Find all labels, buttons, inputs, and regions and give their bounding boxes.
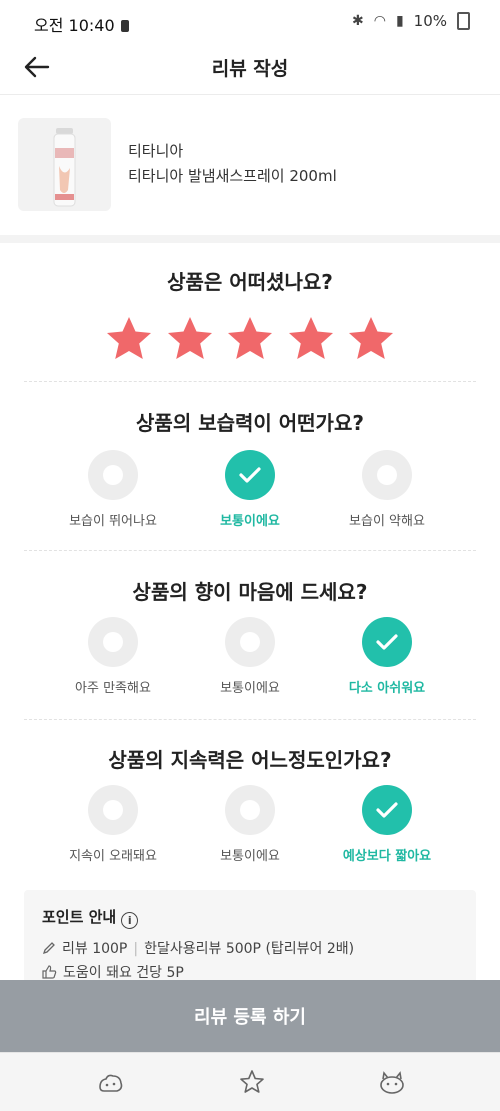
check-icon: [362, 617, 412, 667]
product-name: 티타니아 발냄새스프레이 200ml: [128, 167, 337, 185]
divider: [24, 381, 476, 382]
check-icon: [225, 450, 275, 500]
option-durability-long[interactable]: 지속이 오래돼요: [48, 785, 178, 864]
star-outline-icon[interactable]: [238, 1069, 266, 1095]
status-bar: 오전 10:40 ✱ ◠ ▮ 10%: [0, 0, 500, 42]
option-durability-normal[interactable]: 보통이에요: [185, 785, 315, 864]
option-moisture-excellent[interactable]: 보습이 뛰어나요: [48, 450, 178, 529]
option-label: 보습이 뛰어나요: [69, 514, 157, 529]
info-icon[interactable]: i: [121, 912, 139, 929]
points-review: 리뷰 100P: [62, 941, 128, 957]
radio-circle: [88, 785, 138, 835]
bottom-nav: [0, 1052, 500, 1111]
option-moisture-normal[interactable]: 보통이에요: [185, 450, 315, 529]
pencil-icon: [42, 942, 55, 955]
question-scent: 상품의 향이 마음에 드세요?: [132, 580, 368, 604]
radio-circle: [88, 450, 138, 500]
check-icon: [362, 785, 412, 835]
status-time: 오전 10:40: [34, 12, 129, 36]
points-helpful: 도움이 돼요 건당 5P: [63, 965, 184, 981]
thumbs-up-icon: [42, 965, 57, 979]
bluetooth-icon: ✱: [351, 13, 364, 29]
star-icon[interactable]: [287, 315, 335, 363]
battery-saver-icon: [120, 20, 129, 32]
points-month-review: 한달사용리뷰 500P (탑리뷰어 2배): [144, 941, 355, 957]
radio-circle: [225, 617, 275, 667]
points-title: 포인트 안내 i: [42, 906, 139, 929]
product-brand: 티타니아: [128, 142, 184, 160]
pet-home-icon[interactable]: [97, 1069, 125, 1095]
status-icons: ✱ ◠ ▮ 10%: [352, 12, 470, 30]
option-label: 지속이 오래돼요: [69, 849, 157, 864]
star-icon[interactable]: [347, 315, 395, 363]
product-thumbnail: [18, 118, 111, 211]
divider: [24, 719, 476, 720]
option-label: 예상보다 짧아요: [342, 849, 432, 864]
star-rating: [105, 315, 395, 365]
rating-question: 상품은 어떠셨나요?: [167, 270, 333, 294]
star-icon[interactable]: [105, 315, 153, 363]
option-scent-disappointing[interactable]: 다소 아쉬워요: [322, 617, 452, 696]
option-durability-short[interactable]: 예상보다 짧아요: [322, 785, 452, 864]
option-label: 보통이에요: [220, 514, 280, 529]
battery-level: 10%: [413, 12, 447, 30]
radio-circle: [88, 617, 138, 667]
radio-circle: [362, 450, 412, 500]
page-title: 리뷰 작성: [211, 58, 289, 80]
product-info: 티타니아 티타니아 발냄새스프레이 200ml: [0, 95, 500, 235]
option-scent-very-satisfied[interactable]: 아주 만족해요: [48, 617, 178, 696]
option-label: 다소 아쉬워요: [348, 681, 426, 696]
signal-icon: ▮: [395, 13, 404, 29]
pet-profile-icon[interactable]: [378, 1069, 406, 1095]
option-label: 보습이 약해요: [349, 514, 425, 529]
points-info: 포인트 안내 i 리뷰 100P | 한달사용리뷰 500P (탑리뷰어 2배) 도움…: [24, 890, 476, 985]
question-moisture: 상품의 보습력이 어떤가요?: [136, 411, 364, 435]
question-durability: 상품의 지속력은 어느정도인가요?: [108, 748, 392, 772]
points-review-line: 리뷰 100P | 한달사용리뷰 500P (탑리뷰어 2배): [42, 938, 354, 958]
points-helpful-line: 도움이 돼요 건당 5P: [42, 962, 184, 982]
spray-can-image: [53, 128, 76, 207]
star-icon[interactable]: [166, 315, 214, 363]
section-divider: [0, 235, 500, 243]
submit-review-button[interactable]: 리뷰 등록 하기: [0, 980, 500, 1052]
option-scent-normal[interactable]: 보통이에요: [185, 617, 315, 696]
star-icon[interactable]: [226, 315, 274, 363]
battery-icon: [457, 12, 470, 30]
option-label: 보통이에요: [220, 849, 280, 864]
app-header: 리뷰 작성: [0, 42, 500, 95]
option-moisture-weak[interactable]: 보습이 약해요: [322, 450, 452, 529]
option-label: 보통이에요: [220, 681, 280, 696]
wifi-icon: ◠: [373, 13, 386, 29]
radio-circle: [225, 785, 275, 835]
divider: [24, 550, 476, 551]
option-label: 아주 만족해요: [75, 681, 151, 696]
